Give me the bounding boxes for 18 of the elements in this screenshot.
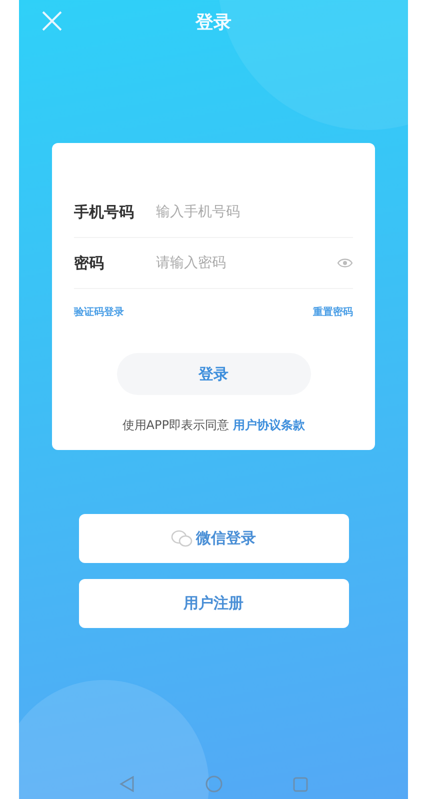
text-link[interactable]: 验证码登录 bbox=[74, 305, 124, 319]
input-field[interactable]: 请输入密码 bbox=[156, 255, 333, 271]
agreement-link[interactable]: 用户协议条款 bbox=[232, 418, 305, 432]
login-button[interactable]: 登录 bbox=[116, 353, 310, 395]
action-button[interactable]: 微信登录 bbox=[78, 514, 348, 563]
chat-bubbles-icon bbox=[171, 530, 193, 548]
page-title: 登录 bbox=[196, 11, 232, 34]
home-icon[interactable] bbox=[205, 775, 223, 793]
close-icon[interactable] bbox=[41, 10, 63, 32]
action-button[interactable]: 用户注册 bbox=[78, 579, 348, 628]
eye-icon[interactable] bbox=[337, 257, 353, 269]
agreement-text: 使用APP即表示同意 用户协议条款 bbox=[121, 417, 306, 434]
recents-icon[interactable] bbox=[293, 776, 308, 792]
field-label: 密码 bbox=[74, 254, 105, 272]
back-icon[interactable] bbox=[119, 776, 135, 792]
field-label: 手机号码 bbox=[74, 202, 135, 222]
input-field[interactable]: 输入手机号码 bbox=[156, 204, 353, 220]
text-link[interactable]: 重置密码 bbox=[313, 305, 353, 319]
